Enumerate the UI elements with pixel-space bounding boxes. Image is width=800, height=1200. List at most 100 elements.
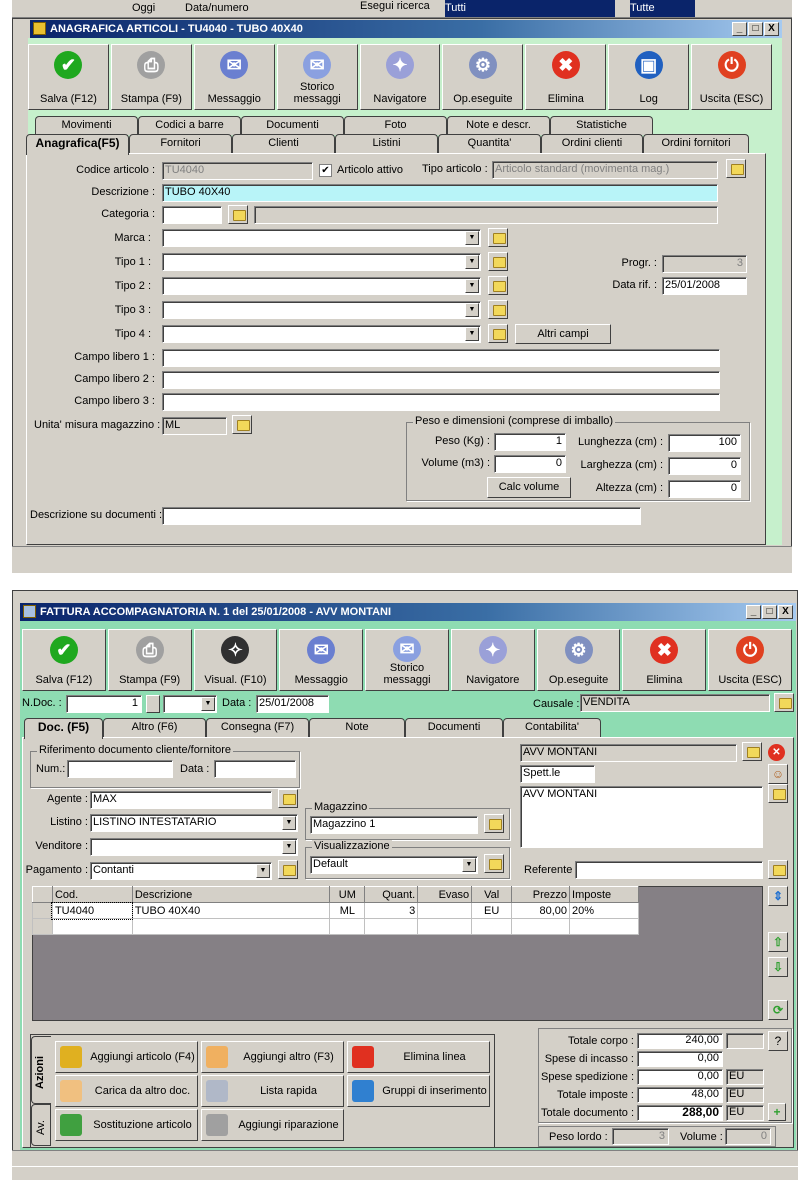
help-button[interactable]: ? — [768, 1031, 788, 1051]
totale-corpo-field[interactable]: 240,00 — [637, 1033, 723, 1049]
tab-ordini-fornitori[interactable]: Ordini fornitori — [643, 134, 749, 153]
pagamento-folder-button[interactable] — [278, 860, 298, 879]
tab-note-e-descr[interactable]: Note e descr. — [447, 116, 550, 135]
referente-field[interactable] — [575, 861, 763, 879]
ndoc-field[interactable]: 1 — [66, 695, 142, 713]
salva-f12-button[interactable]: ✔ Salva (F12) — [22, 629, 106, 691]
messaggio-button[interactable]: ✉ Messaggio — [279, 629, 364, 691]
table-cell[interactable]: TU4040 — [51, 901, 134, 920]
table-row[interactable]: TU4040 TUBO 40X40 ML 3 EU 80,00 20% — [32, 901, 639, 920]
cliente-field[interactable]: AVV MONTANI — [520, 744, 737, 762]
navigatore-button[interactable]: ✦ Navigatore — [450, 629, 535, 691]
aggiungi-riparazione-button[interactable]: Aggiungi riparazione — [201, 1109, 344, 1141]
table-cell[interactable] — [511, 918, 571, 935]
tipo2-select[interactable]: ▼ — [162, 277, 481, 295]
indirizzo-textarea[interactable]: AVV MONTANI — [520, 786, 763, 848]
tab-consegna-f7[interactable]: Consegna (F7) — [206, 718, 309, 737]
campo3-field[interactable] — [162, 393, 720, 411]
tab-quantita[interactable]: Quantita' — [438, 134, 541, 153]
cliente-folder-button[interactable] — [742, 742, 762, 761]
op-eseguite-button[interactable]: ⚙ Op.eseguite — [442, 44, 524, 110]
tipo3-select[interactable]: ▼ — [162, 301, 481, 319]
elimina-button[interactable]: ✖ Elimina — [525, 44, 607, 110]
table-cell[interactable]: ML — [329, 902, 366, 919]
stampa-f9-button[interactable]: ⎙ Stampa (F9) — [110, 44, 192, 110]
storico-messaggi-button[interactable]: ✉ Storico messaggi — [365, 629, 449, 691]
person-search-icon[interactable]: ☺ — [768, 764, 788, 784]
clear-cliente-icon[interactable]: ✕ — [768, 744, 785, 761]
table-cell[interactable]: 80,00 — [511, 902, 571, 919]
aggiungi-articolo-f4-button[interactable]: Aggiungi articolo (F4) — [55, 1041, 198, 1073]
visual-f10-button[interactable]: ✧ Visual. (F10) — [193, 629, 278, 691]
tipo2-folder-button[interactable] — [488, 276, 508, 295]
spett-field[interactable]: Spett.le — [520, 765, 595, 783]
tipo1-folder-button[interactable] — [488, 252, 508, 271]
altezza-field[interactable]: 0 — [668, 480, 741, 498]
close-button[interactable]: X — [764, 22, 779, 36]
chevron-down-icon[interactable]: ▼ — [256, 864, 270, 878]
chevron-down-icon[interactable]: ▼ — [465, 303, 479, 317]
table-cell[interactable]: EU — [471, 902, 513, 919]
totale-imposte-field[interactable]: 48,00 — [637, 1087, 723, 1103]
larghezza-field[interactable]: 0 — [668, 457, 741, 475]
column-header-imposte[interactable]: Imposte — [569, 886, 639, 903]
gruppi-di-inserimento-button[interactable]: Gruppi di inserimento — [347, 1075, 490, 1107]
tipo-articolo-folder-button[interactable] — [726, 159, 746, 178]
num-field[interactable] — [67, 760, 173, 778]
chevron-down-icon[interactable]: ▼ — [282, 816, 296, 830]
tab-documenti[interactable]: Documenti — [405, 718, 503, 737]
um-folder-button[interactable] — [232, 415, 252, 434]
chevron-down-icon[interactable]: ▼ — [201, 697, 215, 711]
elimina-button[interactable]: ✖ Elimina — [622, 629, 707, 691]
elimina-linea-button[interactable]: Elimina linea — [347, 1041, 490, 1073]
salva-f12-button[interactable]: ✔ Salva (F12) — [28, 44, 109, 110]
magazzino-folder-button[interactable] — [484, 814, 504, 833]
venditore-select[interactable]: ▼ — [90, 838, 298, 856]
lista-rapida-button[interactable]: Lista rapida — [201, 1075, 344, 1107]
carica-da-altro-doc-button[interactable]: Carica da altro doc. — [55, 1075, 198, 1107]
table-cell[interactable] — [51, 918, 133, 935]
codice-field[interactable]: TU4040 — [162, 162, 313, 180]
storico-messaggi-button[interactable]: ✉ Storico messaggi — [276, 44, 358, 110]
agente-folder-button[interactable] — [278, 789, 298, 808]
minimize-button[interactable]: _ — [732, 22, 747, 36]
column-header-val[interactable]: Val — [471, 886, 513, 903]
move-up-icon[interactable]: ⇧ — [768, 932, 788, 952]
referente-folder-button[interactable] — [768, 860, 788, 879]
move-down-icon[interactable]: ⇩ — [768, 957, 788, 977]
uscita-esc-button[interactable]: ⏻ Uscita (ESC) — [691, 44, 773, 110]
tipo4-folder-button[interactable] — [488, 324, 508, 343]
tab-altro-f6[interactable]: Altro (F6) — [103, 718, 206, 737]
tab-documenti[interactable]: Documenti — [241, 116, 344, 135]
tipo1-select[interactable]: ▼ — [162, 253, 481, 271]
table-cell[interactable] — [329, 918, 366, 935]
tab-doc-f5[interactable]: Doc. (F5) — [24, 718, 103, 739]
ndoc-suffix-button[interactable] — [146, 695, 160, 713]
uscita-esc-button[interactable]: ⏻ Uscita (ESC) — [708, 629, 793, 691]
tab-fornitori[interactable]: Fornitori — [129, 134, 232, 153]
table-cell[interactable]: TUBO 40X40 — [131, 902, 331, 919]
table-cell[interactable] — [364, 918, 419, 935]
maximize-button[interactable]: □ — [748, 22, 763, 36]
refresh-rows-icon[interactable]: ⟳ — [768, 1000, 788, 1020]
data-rif-field[interactable]: 25/01/2008 — [662, 277, 747, 295]
indirizzo-folder-button[interactable] — [768, 784, 788, 803]
side-tab-azioni[interactable]: Azioni — [31, 1036, 51, 1104]
categoria-folder-button[interactable] — [228, 205, 248, 224]
tab-anagrafica-f5[interactable]: Anagrafica(F5) — [26, 134, 129, 155]
spese-incasso-field[interactable]: 0,00 — [637, 1051, 723, 1067]
column-header-um[interactable]: UM — [329, 886, 366, 903]
table-cell[interactable] — [569, 918, 639, 935]
tab-movimenti[interactable]: Movimenti — [35, 116, 138, 135]
stampa-f9-button[interactable]: ⎙ Stampa (F9) — [107, 629, 192, 691]
campo1-field[interactable] — [162, 349, 720, 367]
altri-campi-button[interactable]: Altri campi — [515, 324, 611, 344]
table-cell[interactable]: 3 — [364, 902, 419, 919]
sostituzione-articolo-button[interactable]: Sostituzione articolo — [55, 1109, 198, 1141]
column-header-quant[interactable]: Quant. — [364, 886, 419, 903]
aggiungi-altro-f3-button[interactable]: Aggiungi altro (F3) — [201, 1041, 344, 1073]
volume-field[interactable]: 0 — [494, 455, 566, 473]
table-cell[interactable] — [32, 918, 53, 935]
side-tab-av[interactable]: Av. — [31, 1104, 51, 1146]
messaggio-button[interactable]: ✉ Messaggio — [193, 44, 275, 110]
